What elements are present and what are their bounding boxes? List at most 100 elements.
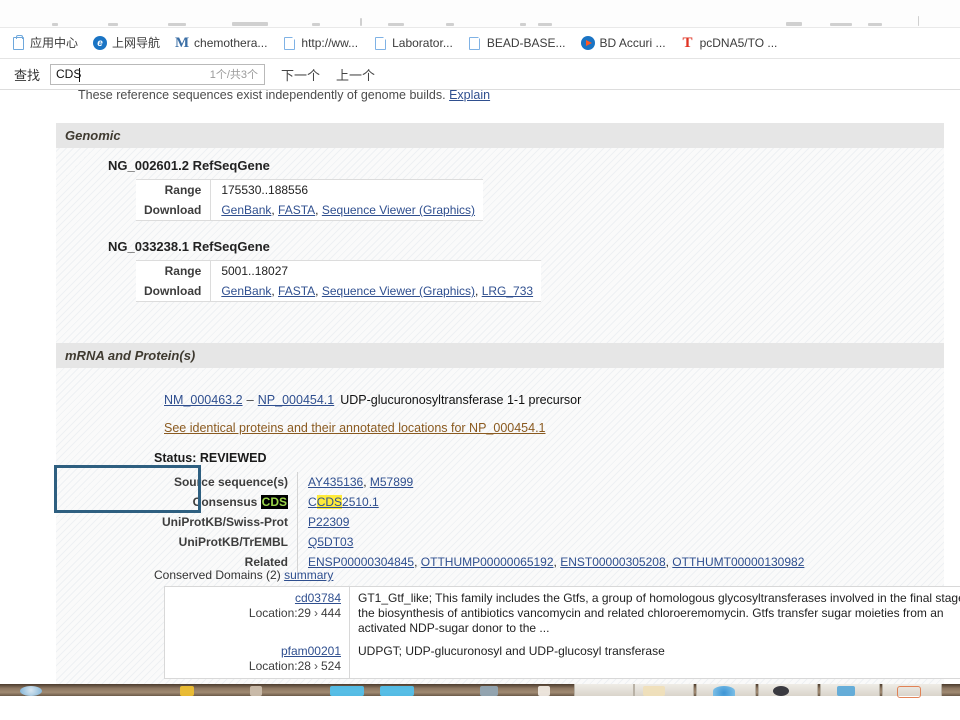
taskbar-icon-grey[interactable]	[250, 686, 262, 696]
bookmark-label: 应用中心	[30, 36, 79, 50]
source-sequence-link-2[interactable]: M57899	[370, 475, 413, 489]
row-value-links: GenBank, FASTA, Sequence Viewer (Graphic…	[221, 284, 534, 298]
download-sequence-viewer-link[interactable]: Sequence Viewer (Graphics)	[322, 203, 475, 217]
thermo-icon: T	[682, 34, 693, 51]
blue-app-icon	[837, 686, 855, 696]
dark-app-icon	[773, 686, 789, 696]
taskbar-icon-yellow[interactable]	[180, 686, 194, 696]
mrna-protein-accession-row: NM_000463.2– NP_000454.1 UDP-glucuronosylt…	[164, 392, 581, 408]
reference-sequences-note: These reference sequences exist independ…	[78, 90, 490, 102]
bookmark-app-center[interactable]: 应用中心	[10, 32, 78, 54]
row-value-links: Q5DT03	[298, 532, 813, 552]
explain-link[interactable]: Explain	[449, 90, 490, 102]
download-genbank-link[interactable]: GenBank	[221, 203, 271, 217]
section-header-genomic: Genomic	[56, 123, 944, 148]
accession-separator: –	[246, 392, 254, 407]
conserved-domains-summary-link[interactable]: summary	[284, 568, 333, 582]
bookmarks-bar: 应用中心 e 上网导航 M chemothera... http://ww...…	[0, 28, 960, 58]
table-row: Consensus CDS CCDS2510.1	[154, 492, 812, 512]
row-value: 5001..18027	[221, 264, 289, 278]
protein-accession-link[interactable]: NP_000454.1	[258, 393, 334, 407]
uniprot-trembl-link[interactable]: Q5DT03	[308, 535, 353, 549]
page-icon	[467, 35, 483, 51]
bookmark-http-url[interactable]: http://ww...	[281, 32, 358, 54]
related-link-2[interactable]: OTTHUMP00000065192	[421, 555, 554, 569]
download-fasta-link[interactable]: FASTA	[278, 284, 315, 298]
source-sequence-link-1[interactable]: AY435136	[308, 475, 363, 489]
mrna-details-table: Source sequence(s) AY435136, M57899 Cons…	[154, 472, 812, 572]
bookmark-label: BD Accuri ...	[599, 36, 666, 50]
taskbar-icon-white[interactable]	[538, 686, 550, 696]
row-value-links: P22309	[298, 512, 813, 532]
download-sequence-viewer-link[interactable]: Sequence Viewer (Graphics)	[322, 284, 475, 298]
range-arrow-icon: ›	[313, 659, 318, 673]
uniprot-swissprot-link[interactable]: P22309	[308, 515, 349, 529]
bookmark-label: chemothera...	[194, 36, 268, 50]
download-fasta-link[interactable]: FASTA	[278, 203, 315, 217]
row-label: Range	[136, 179, 212, 200]
bookmark-chemotherapy[interactable]: M chemothera...	[174, 32, 267, 54]
taskbar-icon-blue-2[interactable]	[380, 686, 414, 696]
taskbar-icon-blue-1[interactable]	[330, 686, 364, 696]
range-arrow-icon: ›	[313, 606, 318, 620]
domain-key-cell-1: cd03784 Location:29 › 444	[164, 586, 350, 640]
conserved-domains-label: Conserved Domains (2)	[154, 568, 281, 582]
identical-proteins-row: See identical proteins and their annotat…	[164, 421, 546, 435]
taskbar-window-button-1[interactable]	[574, 684, 634, 696]
bookmark-pcdna5-to[interactable]: T pcDNA5/TO ...	[680, 32, 778, 54]
navigation-icon: e	[92, 35, 108, 51]
taskbar-window-button-3[interactable]	[696, 684, 756, 696]
find-previous-button[interactable]: 上一个	[336, 65, 375, 84]
taskbar-strip	[0, 684, 960, 698]
identical-proteins-link[interactable]: See identical proteins and their annotat…	[164, 421, 546, 435]
page-icon	[372, 35, 388, 51]
find-input[interactable]: CDS 1个/共3个	[50, 63, 266, 85]
find-hit: CDS	[316, 495, 343, 509]
download-genbank-link[interactable]: GenBank	[221, 284, 271, 298]
find-hit-active: CDS	[260, 495, 289, 509]
find-input-value: CDS	[56, 67, 82, 81]
genomic-record-table-2: Range 5001..18027 Download GenBank, FAST…	[136, 260, 542, 302]
domain-accession-link-cd03784[interactable]: cd03784	[173, 591, 341, 606]
bookmark-navigation[interactable]: e 上网导航	[92, 32, 160, 54]
row-value-links: AY435136, M57899	[308, 475, 414, 489]
page-content: These reference sequences exist independ…	[0, 90, 960, 684]
bookmark-laboratory[interactable]: Laborator...	[372, 32, 453, 54]
folder-icon	[643, 686, 665, 696]
bookmark-bead-base[interactable]: BEAD-BASE...	[467, 32, 566, 54]
media-play-icon	[580, 35, 596, 51]
related-link-1[interactable]: ENSP00000304845	[308, 555, 414, 569]
location-end: 524	[320, 659, 341, 673]
ccds-link[interactable]: CCDS2510.1	[308, 495, 379, 509]
taskbar-window-button-5[interactable]	[820, 684, 880, 696]
mrna-accession-link[interactable]: NM_000463.2	[164, 393, 243, 407]
location-label: Location:	[248, 659, 298, 673]
taskbar-icon-photo[interactable]	[480, 686, 498, 696]
bookmark-label: Laborator...	[392, 36, 453, 50]
page-icon	[281, 35, 297, 51]
taskbar-window-button-4[interactable]	[758, 684, 818, 696]
row-label: Range	[136, 260, 212, 281]
find-next-button[interactable]: 下一个	[281, 65, 320, 84]
conserved-domains-table: cd03784 Location:29 › 444 GT1_Gtf_like; Th…	[164, 586, 960, 679]
table-row: Range 5001..18027	[136, 260, 541, 281]
related-link-4[interactable]: OTTHUMT00000130982	[672, 555, 804, 569]
outline-app-icon	[897, 686, 921, 698]
genomic-section-body: NG_002601.2 RefSeqGene Range 175530..188…	[56, 148, 944, 353]
genomic-record-table-1: Range 175530..188556 Download GenBank, F…	[136, 179, 484, 221]
domain-description-2: UDPGT; UDP-glucuronosyl and UDP-glucosyl…	[358, 644, 665, 658]
taskbar-window-button-6[interactable]	[882, 684, 942, 698]
text-caret	[79, 67, 81, 82]
domain-accession-link-pfam00201[interactable]: pfam00201	[173, 644, 341, 659]
record-title-ng033238: NG_033238.1 RefSeqGene	[108, 239, 270, 254]
mendeley-icon: M	[174, 34, 190, 51]
bookmark-label: http://ww...	[301, 36, 359, 50]
mrna-protein-section-body: NM_000463.2– NP_000454.1 UDP-glucuronosylt…	[56, 368, 960, 684]
location-start: 28	[297, 659, 311, 673]
row-label-consensus-cds: Consensus CDS	[154, 492, 299, 512]
start-orb-icon[interactable]	[20, 686, 42, 696]
related-link-3[interactable]: ENST00000305208	[560, 555, 665, 569]
download-lrg-link[interactable]: LRG_733	[482, 284, 533, 298]
taskbar-window-button-2[interactable]	[634, 684, 694, 696]
bookmark-bd-accuri[interactable]: BD Accuri ...	[580, 32, 666, 54]
